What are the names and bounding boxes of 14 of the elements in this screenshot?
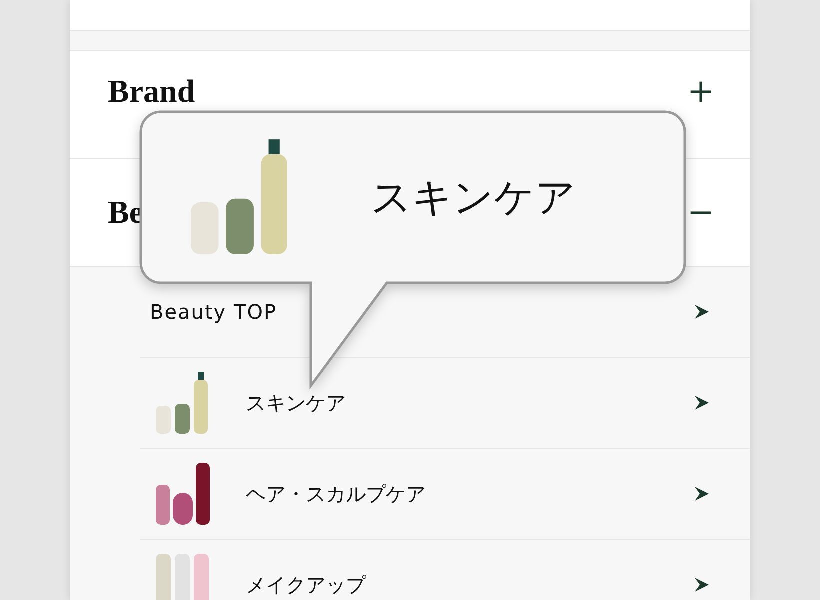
chevron-right-icon[interactable] [694, 395, 710, 411]
product-bottles-drawing [156, 463, 210, 525]
chevron-right-icon[interactable] [694, 486, 710, 502]
plus-icon[interactable] [690, 80, 712, 102]
callout-label: スキンケア [371, 174, 576, 222]
menu-item-link[interactable]: メイクアップ [246, 572, 694, 598]
chevron-right-icon[interactable] [694, 304, 710, 320]
product-bottles-drawing [156, 554, 210, 600]
menu-item-link[interactable]: ヘア・スカルプケア [246, 480, 694, 508]
menu-item-link[interactable]: Beauty TOP [140, 300, 694, 324]
menu-item-link[interactable]: スキンケア [246, 390, 694, 416]
product-bottles-drawing [156, 372, 210, 434]
section-title[interactable]: Brand [108, 74, 196, 110]
chevron-right-icon[interactable] [694, 577, 710, 593]
